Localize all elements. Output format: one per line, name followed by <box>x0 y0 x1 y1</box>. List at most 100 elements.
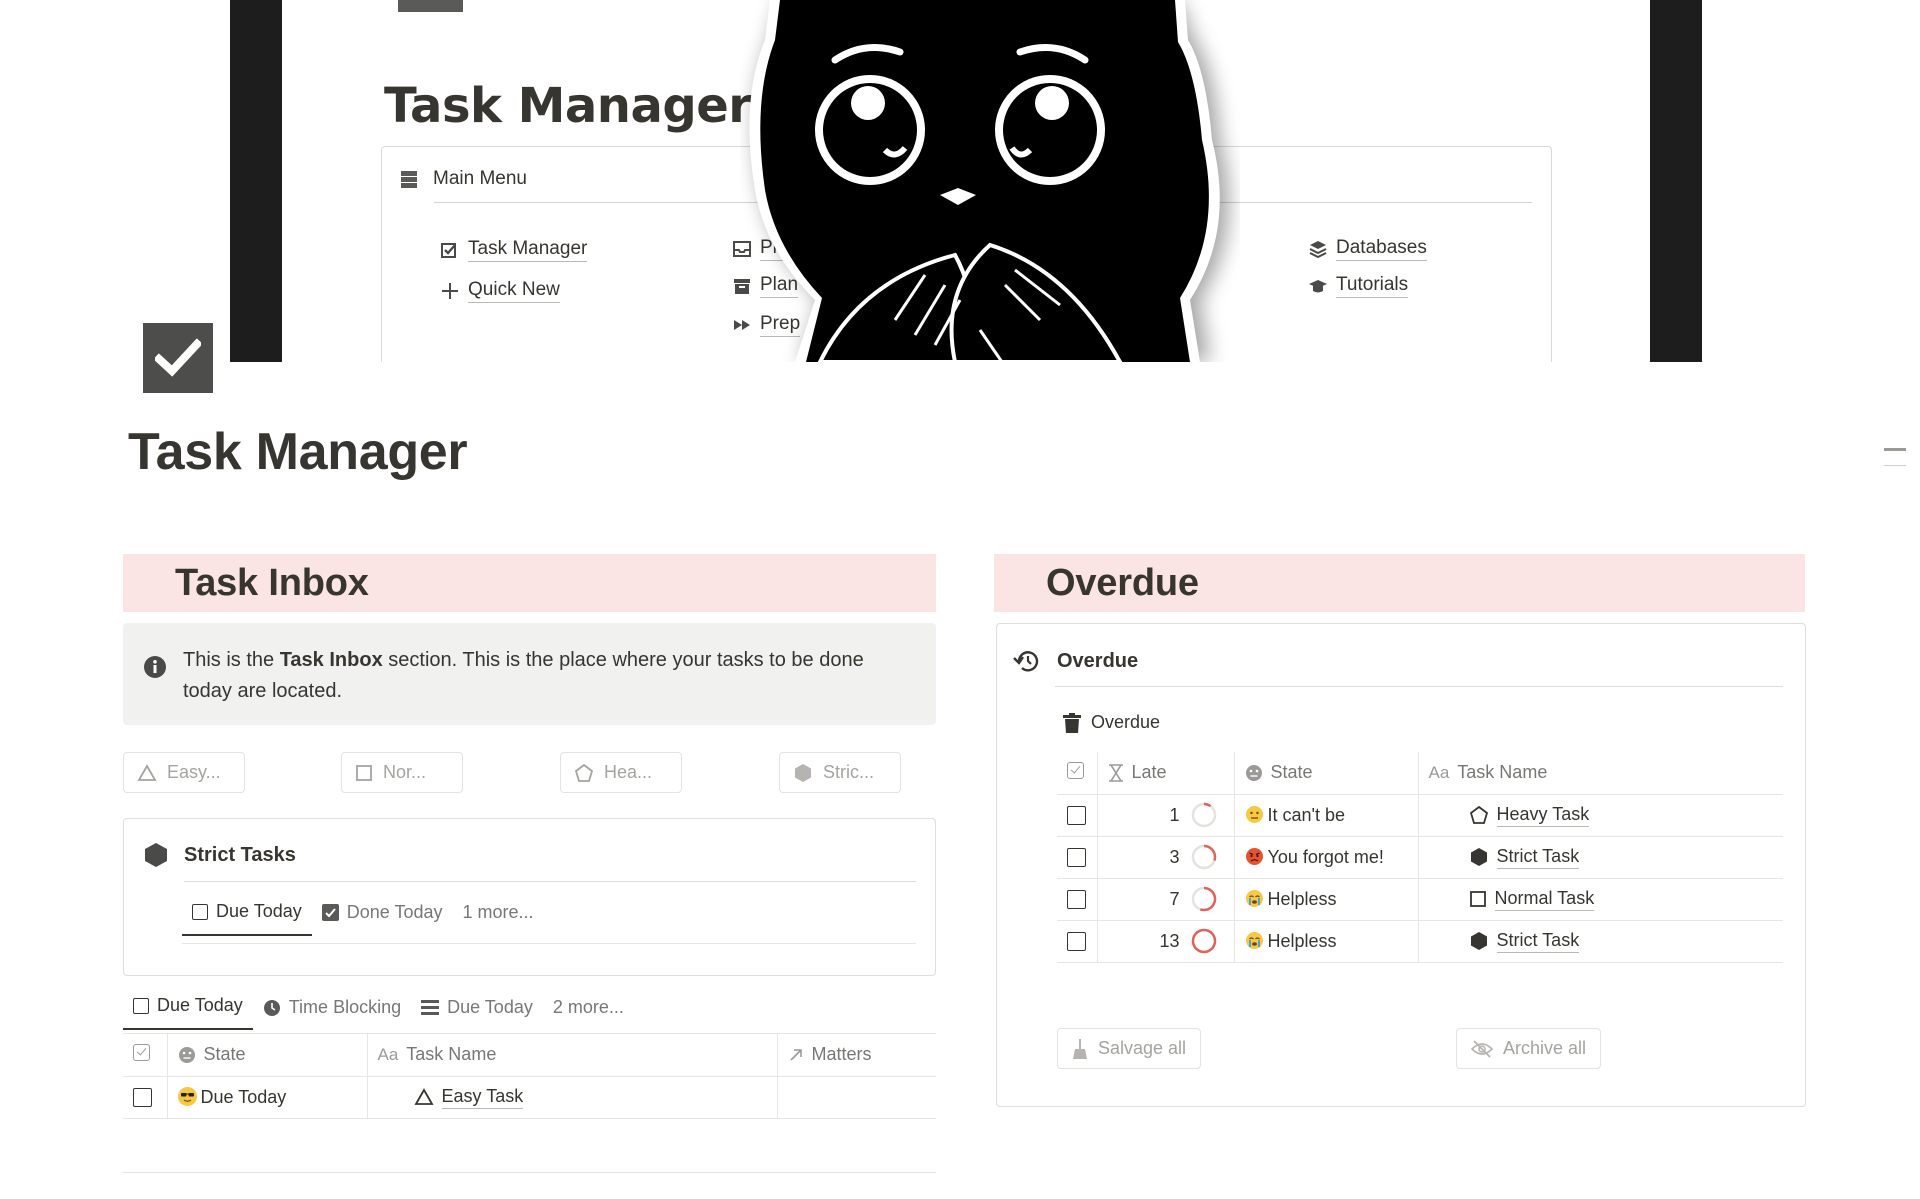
header-task-name[interactable]: Aa Task Name <box>1418 752 1783 795</box>
header-state[interactable]: State <box>1234 752 1419 795</box>
info-icon <box>144 656 166 678</box>
header-done[interactable] <box>1057 752 1098 795</box>
cell-task-name[interactable]: Strict Task <box>1418 836 1783 879</box>
cell-late[interactable]: 3 <box>1097 836 1235 879</box>
cell-late[interactable]: 7 <box>1097 878 1235 921</box>
cell-late[interactable]: 1 <box>1097 794 1235 837</box>
header-task-name[interactable]: Aa Task Name <box>367 1034 778 1077</box>
cell-state[interactable]: Due Today <box>167 1076 368 1119</box>
page-icon-checkmark[interactable] <box>143 323 213 393</box>
filter-normal-button[interactable]: Nor... <box>341 752 463 793</box>
tab-label: 1 more... <box>462 902 534 922</box>
clock-icon <box>263 999 280 1016</box>
strict-tasks-title: Strict Tasks <box>184 843 296 866</box>
tab-due-today[interactable]: Due Today <box>123 995 253 1030</box>
tab-done-today[interactable]: Done Today <box>312 902 453 935</box>
cell-state[interactable]: You forgot me! <box>1234 836 1419 879</box>
filter-label: Easy... <box>167 762 221 782</box>
task-inbox-view-tabs: Due Today Time Blocking Due Today 2 more… <box>123 995 634 1030</box>
checkmark-icon <box>155 338 201 377</box>
header-state[interactable]: State <box>167 1034 368 1077</box>
progress-ring <box>1191 844 1216 870</box>
cover-image: Task Manager Main Menu Task Manager Quic… <box>0 0 1920 362</box>
cell-done[interactable] <box>1057 878 1098 921</box>
cover-link-label: Databases <box>1336 237 1427 261</box>
filter-heavy-button[interactable]: Hea... <box>560 752 682 793</box>
checkbox[interactable] <box>1067 848 1086 868</box>
state-label: It can't be <box>1267 804 1345 825</box>
graduation-cap-icon <box>1309 280 1327 293</box>
filter-label: Nor... <box>383 762 427 782</box>
table-row[interactable]: Due Today Easy Task <box>123 1076 936 1119</box>
cell-state[interactable]: It can't be <box>1234 794 1419 837</box>
archive-all-button[interactable]: Archive all <box>1456 1028 1602 1069</box>
salvage-all-button[interactable]: Salvage all <box>1057 1028 1202 1069</box>
header-late[interactable]: Late <box>1097 752 1235 795</box>
cover-link-task-manager: Task Manager <box>440 238 588 262</box>
task-link[interactable]: Normal Task <box>1494 888 1595 911</box>
header-done[interactable] <box>123 1034 168 1077</box>
cell-done[interactable] <box>123 1076 168 1119</box>
cell-state[interactable]: Helpless <box>1234 878 1419 921</box>
cell-late[interactable]: 13 <box>1097 920 1235 963</box>
table-of-contents-indicator[interactable] <box>1884 448 1906 451</box>
tab-more-views[interactable]: 1 more... <box>452 902 543 935</box>
cell-done[interactable] <box>1057 920 1098 963</box>
checkbox[interactable] <box>133 1088 152 1108</box>
cell-done[interactable] <box>1057 794 1098 837</box>
square-icon <box>1469 890 1487 908</box>
cell-task-name[interactable]: Heavy Task <box>1418 794 1783 837</box>
task-link[interactable]: Heavy Task <box>1496 804 1590 827</box>
table-row[interactable]: 1 It can't be Heavy Task <box>1057 794 1783 837</box>
text-type-icon: Aa <box>1428 762 1450 782</box>
header-label: Matters <box>811 1044 872 1065</box>
history-icon <box>1013 651 1039 672</box>
checkbox[interactable] <box>1067 932 1086 952</box>
task-inbox-table: State Aa Task Name Matters Due Today Eas… <box>123 1034 936 1119</box>
table-row[interactable]: 3 You forgot me! Strict Task <box>1057 836 1783 879</box>
table-header-row: State Aa Task Name Matters <box>123 1034 936 1077</box>
hexagon-icon <box>1469 847 1489 867</box>
cover-title: Task Manager <box>384 78 752 134</box>
tab-label: Time Blocking <box>288 997 402 1017</box>
table-row[interactable]: 13 Helpless Strict Task <box>1057 920 1783 963</box>
header-matters[interactable]: Matters <box>777 1034 936 1077</box>
header-label: Task Name <box>406 1044 497 1065</box>
task-link[interactable]: Strict Task <box>1496 846 1580 869</box>
cell-matters[interactable] <box>777 1076 936 1119</box>
cover-frame-right <box>1650 0 1702 362</box>
tab-more-views[interactable]: 2 more... <box>543 997 634 1030</box>
tab-time-blocking[interactable]: Time Blocking <box>253 997 411 1030</box>
overdue-card-title: Overdue <box>1057 649 1139 672</box>
table-of-contents-indicator-2[interactable] <box>1884 465 1906 466</box>
tab-due-today-list[interactable]: Due Today <box>411 997 543 1030</box>
task-link[interactable]: Easy Task <box>441 1086 524 1109</box>
face-icon <box>178 1046 195 1063</box>
eye-off-icon <box>1471 1039 1493 1058</box>
cover-link-label: Task Manager <box>468 238 588 262</box>
cover-menu-title: Main Menu <box>433 168 527 189</box>
triangle-icon <box>137 763 157 781</box>
filter-easy-button[interactable]: Easy... <box>123 752 245 793</box>
cat-illustration <box>749 0 1229 362</box>
cell-state[interactable]: Helpless <box>1234 920 1419 963</box>
table-row[interactable]: 7 Helpless Normal Task <box>1057 878 1783 921</box>
checkbox[interactable] <box>1067 890 1086 910</box>
strict-tasks-card: Strict Tasks Due Today Done Today 1 more… <box>123 818 936 976</box>
cell-done[interactable] <box>1057 836 1098 879</box>
cell-task-name[interactable]: Strict Task <box>1418 920 1783 963</box>
late-days: 3 <box>1169 846 1180 867</box>
face-icon <box>1245 764 1262 781</box>
cover-tab-shape <box>398 0 463 12</box>
tab-due-today[interactable]: Due Today <box>182 901 312 936</box>
checkbox-arrow-icon <box>441 243 456 258</box>
page-title: Task Manager <box>128 423 468 481</box>
cell-task-name[interactable]: Normal Task <box>1418 878 1783 921</box>
task-inbox-callout: This is the Task Inbox section. This is … <box>123 623 936 725</box>
header-label: State <box>1270 762 1313 783</box>
filter-strict-button[interactable]: Stric... <box>779 752 901 793</box>
checkbox[interactable] <box>1067 806 1086 826</box>
overdue-view-title[interactable]: Overdue <box>1063 712 1160 733</box>
task-link[interactable]: Strict Task <box>1496 930 1580 953</box>
cell-task-name[interactable]: Easy Task <box>367 1076 778 1119</box>
